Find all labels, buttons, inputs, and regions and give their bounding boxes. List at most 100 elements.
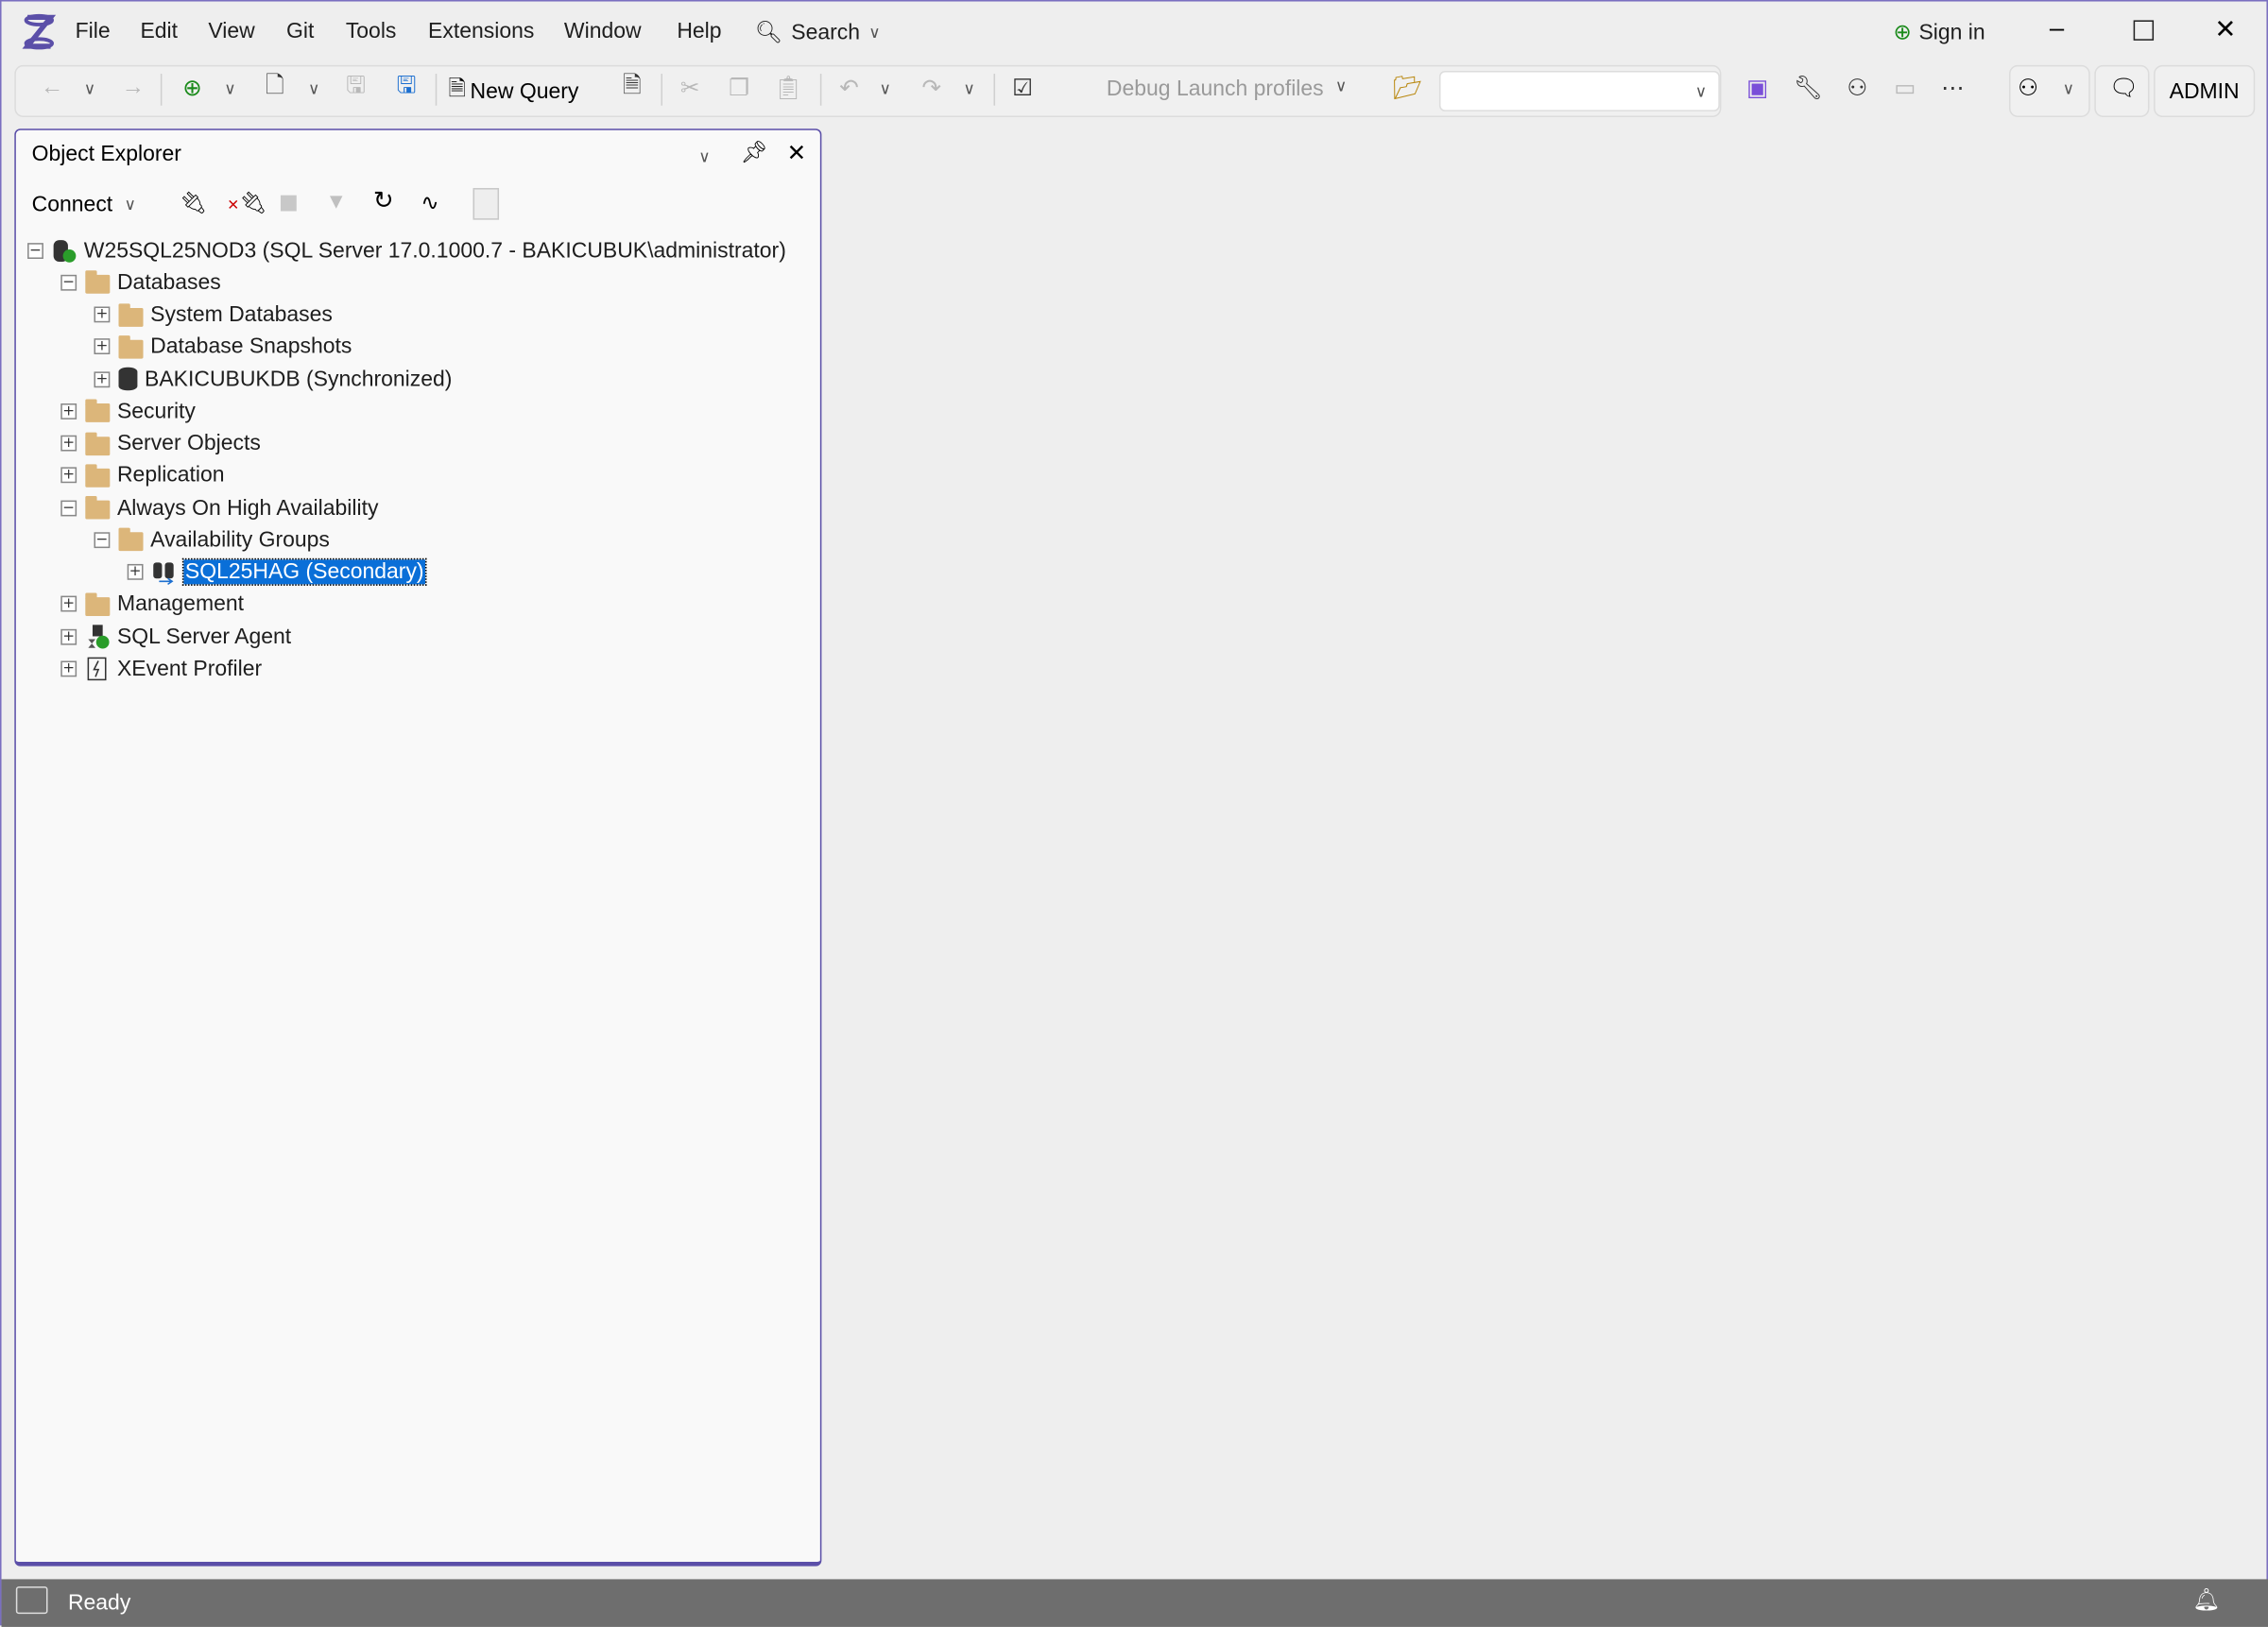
connect-button[interactable]: Connect ∨ (32, 193, 136, 217)
tree-node[interactable]: + System Databases (94, 299, 333, 331)
collapse-icon[interactable]: − (60, 499, 77, 516)
save-icon[interactable]: 🖫 (340, 73, 372, 105)
feedback-button[interactable]: 🗨︎ (2094, 64, 2150, 117)
copilot-icon: ⚇ (2018, 77, 2039, 102)
undo-dropdown-icon[interactable]: ∨ (869, 73, 902, 105)
activity-monitor-icon[interactable]: ☑ (1006, 73, 1039, 105)
xevent-icon (85, 657, 110, 681)
disconnect-icon[interactable]: ✕🔌︎ (227, 190, 266, 215)
paste-icon[interactable]: 📋︎ (772, 73, 804, 105)
tree-node[interactable]: − W25SQL25NOD3 (SQL Server 17.0.1000.7 - … (27, 234, 786, 266)
expand-icon[interactable]: + (94, 306, 111, 323)
redo-dropdown-icon[interactable]: ∨ (954, 73, 986, 105)
panel-menu-chevron-icon[interactable]: ∨ (698, 147, 710, 166)
database-icon (118, 367, 138, 391)
object-explorer-panel: Object Explorer ∨ 📌︎ ✕ Connect ∨ 🔌︎ ✕🔌︎ … (14, 128, 822, 1567)
new-project-icon[interactable]: ⊕ (177, 73, 209, 105)
sign-in-button[interactable]: ⊕ Sign in (1894, 19, 1985, 45)
expand-icon[interactable]: + (60, 660, 77, 676)
debug-launch-profiles-dropdown[interactable]: Debug Launch profiles ∨ (1107, 77, 1347, 101)
menu-git[interactable]: Git (286, 19, 314, 43)
collapse-icon[interactable]: − (94, 531, 111, 548)
minimize-button[interactable]: – (2050, 13, 2064, 43)
expand-icon[interactable]: + (60, 467, 77, 484)
menu-edit[interactable]: Edit (140, 19, 178, 43)
show-dependencies-icon[interactable] (472, 187, 500, 220)
close-panel-icon[interactable]: ✕ (787, 139, 807, 168)
refresh-icon[interactable]: ↻ (373, 186, 394, 215)
tree-node-label: BAKICUBUKDB (Synchronized) (145, 367, 453, 392)
chevron-down-icon: ∨ (1334, 77, 1348, 96)
database-engine-query-icon[interactable]: 🗎 (616, 73, 648, 105)
back-dropdown-icon[interactable]: ∨ (74, 73, 106, 105)
connect-plug-icon[interactable]: 🔌︎ (180, 190, 207, 215)
registered-servers-icon[interactable]: ⚇ (1841, 73, 1873, 105)
tree-node-label: Security (116, 399, 196, 424)
visual-studio-icon[interactable]: ▣ (1742, 73, 1774, 105)
expand-icon[interactable]: + (127, 563, 144, 580)
more-options-icon[interactable]: ⋯ (1936, 73, 1968, 105)
output-icon (15, 1586, 48, 1615)
new-query-button[interactable]: 🗎 New Query (448, 74, 578, 110)
tree-node[interactable]: − Always On High Availability (60, 491, 378, 523)
copilot-button[interactable]: ⚇ ∨ (2009, 64, 2090, 117)
forward-icon[interactable]: → (117, 73, 149, 105)
tree-node[interactable]: + Management (60, 589, 244, 621)
tree-node[interactable]: + Security (60, 395, 196, 427)
search-menu[interactable]: 🔍︎ Search ∨ (755, 19, 881, 45)
tree-node[interactable]: − Availability Groups (94, 523, 330, 556)
maximize-button[interactable] (2133, 20, 2155, 41)
solution-configurations-combo[interactable]: ∨ (1438, 70, 1720, 111)
undo-icon[interactable]: ↶ (833, 73, 866, 105)
back-icon[interactable]: ← (36, 73, 68, 105)
notifications-bell-icon[interactable]: 🔔︎ (2192, 1586, 2220, 1613)
redo-icon[interactable]: ↷ (916, 73, 948, 105)
tree-node[interactable]: − Databases (60, 266, 221, 299)
new-project-dropdown-icon[interactable]: ∨ (215, 73, 247, 105)
properties-wrench-icon[interactable]: 🔧︎ (1792, 73, 1824, 105)
tree-node[interactable]: + SQL Server Agent (60, 621, 291, 653)
tree-node-label: System Databases (150, 301, 333, 327)
pin-icon[interactable]: 📌︎ (741, 139, 768, 164)
admin-label: ADMIN (2169, 78, 2240, 104)
collapse-icon[interactable]: − (27, 242, 43, 259)
copy-icon[interactable]: ❐ (723, 73, 755, 105)
expand-icon[interactable]: + (60, 402, 77, 420)
tree-node[interactable]: + Server Objects (60, 427, 261, 459)
menu-help[interactable]: Help (677, 19, 721, 43)
chevron-down-icon: ∨ (124, 197, 136, 214)
filter-icon[interactable]: ▼ (325, 190, 347, 214)
tree-node[interactable]: + Database Snapshots (94, 331, 352, 363)
close-window-button[interactable]: ✕ (2214, 14, 2236, 44)
find-in-files-icon[interactable]: 📂︎ (1391, 73, 1423, 105)
panel-title: Object Explorer (31, 141, 181, 167)
expand-icon[interactable]: + (94, 370, 111, 387)
expand-icon[interactable]: + (60, 595, 77, 612)
collapse-icon[interactable]: − (60, 274, 77, 291)
menu-file[interactable]: File (76, 19, 111, 43)
server-icon (52, 239, 77, 263)
expand-icon[interactable]: + (60, 435, 77, 452)
menu-view[interactable]: View (208, 19, 254, 43)
save-all-icon[interactable]: 🖫 (390, 73, 422, 105)
tree-node-label: SQL25HAG (Secondary) (181, 557, 427, 586)
activity-monitor-icon[interactable]: ∿ (421, 190, 438, 215)
admin-button[interactable]: ADMIN (2154, 64, 2256, 117)
tree-node[interactable]: + Replication (60, 459, 225, 491)
agent-icon (85, 625, 110, 649)
tree-node[interactable]: + SQL25HAG (Secondary) (127, 557, 427, 589)
expand-icon[interactable]: + (94, 338, 111, 355)
stop-icon[interactable] (280, 195, 297, 212)
tree-node-label: Server Objects (116, 431, 261, 456)
tree-node[interactable]: + XEvent Profiler (60, 653, 262, 685)
menu-window[interactable]: Window (564, 19, 642, 43)
menu-tools[interactable]: Tools (346, 19, 397, 43)
ssms-window: File Edit View Git Tools Extensions Wind… (0, 0, 2268, 1627)
cut-icon[interactable]: ✂ (674, 73, 706, 105)
open-file-icon[interactable]: 🗋 (259, 73, 291, 105)
open-file-dropdown-icon[interactable]: ∨ (298, 73, 330, 105)
template-explorer-icon[interactable]: ▭ (1889, 73, 1921, 105)
expand-icon[interactable]: + (60, 628, 77, 644)
menu-extensions[interactable]: Extensions (428, 19, 534, 43)
tree-node[interactable]: + BAKICUBUKDB (Synchronized) (94, 363, 452, 395)
